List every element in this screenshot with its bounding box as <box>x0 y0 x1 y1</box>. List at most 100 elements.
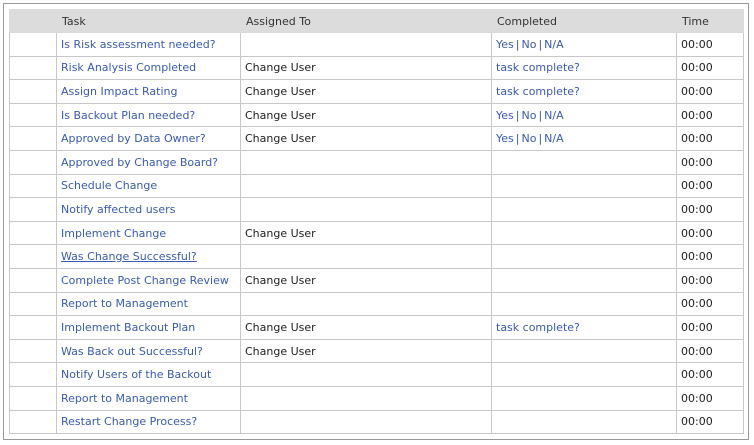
col-header-assigned-to: Assigned To <box>240 9 492 33</box>
completed-cell <box>491 291 677 317</box>
task-link[interactable]: Notify Users of the Backout <box>61 368 211 381</box>
row-blank-cell <box>9 338 57 364</box>
time-cell: 00:00 <box>676 244 744 269</box>
completed-cell: Yes | No | N/A <box>491 126 677 151</box>
assigned-to-cell <box>240 409 492 435</box>
table-row: Approved by Change Board? 00:00 <box>9 149 744 175</box>
no-link[interactable]: No <box>521 109 536 122</box>
row-blank-cell <box>9 32 57 57</box>
table-row: Is Risk assessment needed? Yes | No | N/A 00:0… <box>9 32 744 57</box>
time-cell: 00:00 <box>676 102 744 128</box>
task-link[interactable]: Was Change Successful? <box>61 250 197 263</box>
assigned-to-cell: Change User <box>240 220 492 246</box>
assigned-to-cell: Change User <box>240 267 492 293</box>
table-row: Notify affected users 00:00 <box>9 197 744 222</box>
completed-cell: Yes | No | N/A <box>491 102 677 128</box>
row-blank-cell <box>9 244 57 269</box>
task-cell: Notify affected users <box>56 197 241 222</box>
completed-cell <box>491 267 677 293</box>
assigned-to-cell: Change User <box>240 55 492 81</box>
assigned-to-cell: Change User <box>240 102 492 128</box>
completed-cell: task complete? <box>491 79 677 104</box>
task-complete-link[interactable]: task complete? <box>496 321 580 334</box>
time-cell: 00:00 <box>676 149 744 175</box>
table-body: Is Risk assessment needed? Yes | No | N/A 00:0… <box>9 32 744 435</box>
task-link[interactable]: Schedule Change <box>61 179 157 192</box>
table-row: Schedule Change 00:00 <box>9 173 744 199</box>
table-row: Report to Management 00:00 <box>9 291 744 317</box>
yes-link[interactable]: Yes <box>496 132 514 145</box>
task-link[interactable]: Notify affected users <box>61 203 175 216</box>
table-row: Notify Users of the Backout 00:00 <box>9 362 744 387</box>
time-cell: 00:00 <box>676 32 744 57</box>
task-complete-link[interactable]: task complete? <box>496 85 580 98</box>
table-row: Was Change Successful? 00:00 <box>9 244 744 269</box>
na-link[interactable]: N/A <box>544 109 563 122</box>
completed-cell <box>491 197 677 222</box>
assigned-to-cell: Change User <box>240 338 492 364</box>
completed-cell: task complete? <box>491 315 677 340</box>
completed-cell: task complete? <box>491 55 677 81</box>
table-row: Implement Backout Plan Change User task co… <box>9 315 744 340</box>
time-cell: 00:00 <box>676 79 744 104</box>
table-row: Report to Management 00:00 <box>9 385 744 411</box>
completed-cell <box>491 220 677 246</box>
task-complete-link[interactable]: task complete? <box>496 61 580 74</box>
task-cell: Approved by Data Owner? <box>56 126 241 151</box>
assigned-to-cell <box>240 32 492 57</box>
option-separator: | <box>538 37 543 51</box>
assigned-to-cell <box>240 291 492 317</box>
task-link[interactable]: Approved by Change Board? <box>61 156 218 169</box>
task-link[interactable]: Report to Management <box>61 297 188 310</box>
completed-cell <box>491 409 677 435</box>
task-link[interactable]: Is Risk assessment needed? <box>61 38 216 51</box>
table-row: Complete Post Change Review Change User 00… <box>9 267 744 293</box>
table-row: Is Backout Plan needed? Change User Yes | No… <box>9 102 744 128</box>
row-blank-cell <box>9 291 57 317</box>
task-link[interactable]: Is Backout Plan needed? <box>61 109 195 122</box>
assigned-to-cell <box>240 149 492 175</box>
task-link[interactable]: Implement Change <box>61 227 166 240</box>
task-cell: Is Backout Plan needed? <box>56 102 241 128</box>
row-blank-cell <box>9 220 57 246</box>
task-link[interactable]: Assign Impact Rating <box>61 85 178 98</box>
assigned-to-cell <box>240 173 492 199</box>
task-cell: Report to Management <box>56 291 241 317</box>
yes-link[interactable]: Yes <box>496 38 514 51</box>
time-cell: 00:00 <box>676 126 744 151</box>
no-link[interactable]: No <box>521 38 536 51</box>
task-table: Task Assigned To Completed Time Is Risk … <box>9 9 744 435</box>
task-link[interactable]: Restart Change Process? <box>61 415 197 428</box>
table-row: Risk Analysis Completed Change User task c… <box>9 55 744 81</box>
row-blank-cell <box>9 173 57 199</box>
task-cell: Report to Management <box>56 385 241 411</box>
task-cell: Approved by Change Board? <box>56 149 241 175</box>
option-separator: | <box>538 132 543 146</box>
task-link[interactable]: Approved by Data Owner? <box>61 132 206 145</box>
task-link[interactable]: Report to Management <box>61 392 188 405</box>
time-cell: 00:00 <box>676 315 744 340</box>
assigned-to-cell: Change User <box>240 79 492 104</box>
no-link[interactable]: No <box>521 132 536 145</box>
time-cell: 00:00 <box>676 291 744 317</box>
row-blank-cell <box>9 385 57 411</box>
task-link[interactable]: Risk Analysis Completed <box>61 61 196 74</box>
task-link[interactable]: Was Back out Successful? <box>61 345 203 358</box>
row-blank-cell <box>9 79 57 104</box>
task-link[interactable]: Implement Backout Plan <box>61 321 195 334</box>
table-row: Restart Change Process? 00:00 <box>9 409 744 435</box>
na-link[interactable]: N/A <box>544 38 563 51</box>
completed-cell <box>491 385 677 411</box>
task-cell: Restart Change Process? <box>56 409 241 435</box>
completed-cell: Yes | No | N/A <box>491 32 677 57</box>
col-header-time: Time <box>676 9 744 33</box>
task-cell: Was Change Successful? <box>56 244 241 269</box>
assigned-to-cell <box>240 385 492 411</box>
task-link[interactable]: Complete Post Change Review <box>61 274 229 287</box>
completed-cell <box>491 338 677 364</box>
yes-link[interactable]: Yes <box>496 109 514 122</box>
option-separator: | <box>538 108 543 122</box>
table-row: Was Back out Successful? Change User 00:00 <box>9 338 744 364</box>
task-cell: Is Risk assessment needed? <box>56 32 241 57</box>
na-link[interactable]: N/A <box>544 132 563 145</box>
